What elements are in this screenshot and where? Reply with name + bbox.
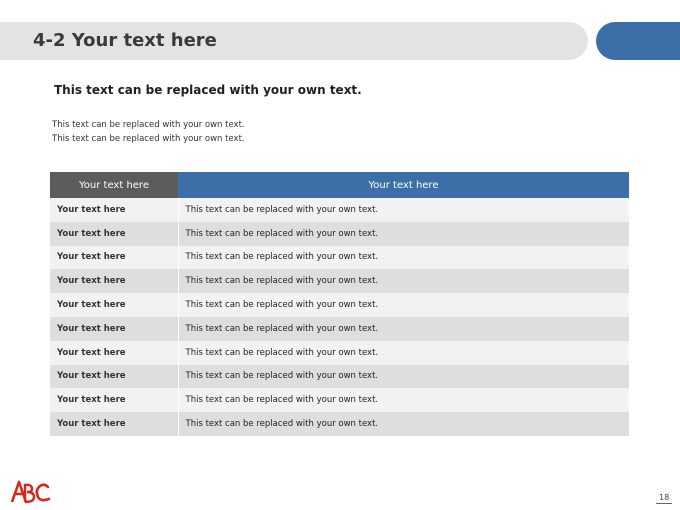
table-cell-text: This text can be replaced with your own … — [178, 316, 629, 341]
table-header-row: Your text here Your text here — [50, 172, 629, 198]
page-number: 18 — [656, 493, 673, 504]
table-cell-label: Your text here — [50, 221, 179, 246]
table-cell-label: Your text here — [50, 364, 179, 389]
table-cell-label: Your text here — [50, 269, 179, 294]
table-cell-text: This text can be replaced with your own … — [178, 293, 629, 317]
table-cell-label: Your text here — [50, 412, 179, 436]
table-cell-text: This text can be replaced with your own … — [178, 221, 629, 246]
table-cell-label: Your text here — [50, 293, 179, 317]
table-cell-text: This text can be replaced with your own … — [178, 340, 629, 365]
table-cell-label: Your text here — [50, 340, 179, 365]
table-row: Your text here This text can be replaced… — [50, 221, 629, 246]
slide-title: 4-2 Your text here — [33, 30, 217, 51]
slide-subtitle: This text can be replaced with your own … — [54, 83, 362, 97]
table-cell-label: Your text here — [50, 198, 179, 222]
table-row: Your text here This text can be replaced… — [50, 412, 629, 436]
table-cell-text: This text can be replaced with your own … — [178, 364, 629, 389]
table-cell-text: This text can be replaced with your own … — [178, 388, 629, 413]
table-cell-label: Your text here — [50, 316, 179, 341]
table-row: Your text here This text can be replaced… — [50, 316, 629, 341]
body-text-line: This text can be replaced with your own … — [52, 134, 245, 144]
table-cell-text: This text can be replaced with your own … — [178, 412, 629, 436]
table-cell-text: This text can be replaced with your own … — [178, 245, 629, 270]
table-row: Your text here This text can be replaced… — [50, 364, 629, 389]
table-row: Your text here This text can be replaced… — [50, 388, 629, 413]
body-text-line: This text can be replaced with your own … — [52, 120, 245, 130]
table-cell-label: Your text here — [50, 245, 179, 270]
table-row: Your text here This text can be replaced… — [50, 340, 629, 365]
abc-logo — [10, 480, 51, 504]
table-header-cell: Your text here — [50, 172, 178, 198]
table-row: Your text here This text can be replaced… — [50, 293, 629, 317]
content-table: Your text here Your text here Your text … — [50, 172, 629, 436]
table-row: Your text here This text can be replaced… — [50, 245, 629, 270]
table-row: Your text here This text can be replaced… — [50, 269, 629, 294]
table-row: Your text here This text can be replaced… — [50, 198, 629, 222]
table-header-cell: Your text here — [178, 172, 629, 198]
table-cell-text: This text can be replaced with your own … — [178, 198, 629, 222]
table-cell-label: Your text here — [50, 388, 179, 413]
table-cell-text: This text can be replaced with your own … — [178, 269, 629, 294]
accent-pill — [596, 22, 680, 60]
